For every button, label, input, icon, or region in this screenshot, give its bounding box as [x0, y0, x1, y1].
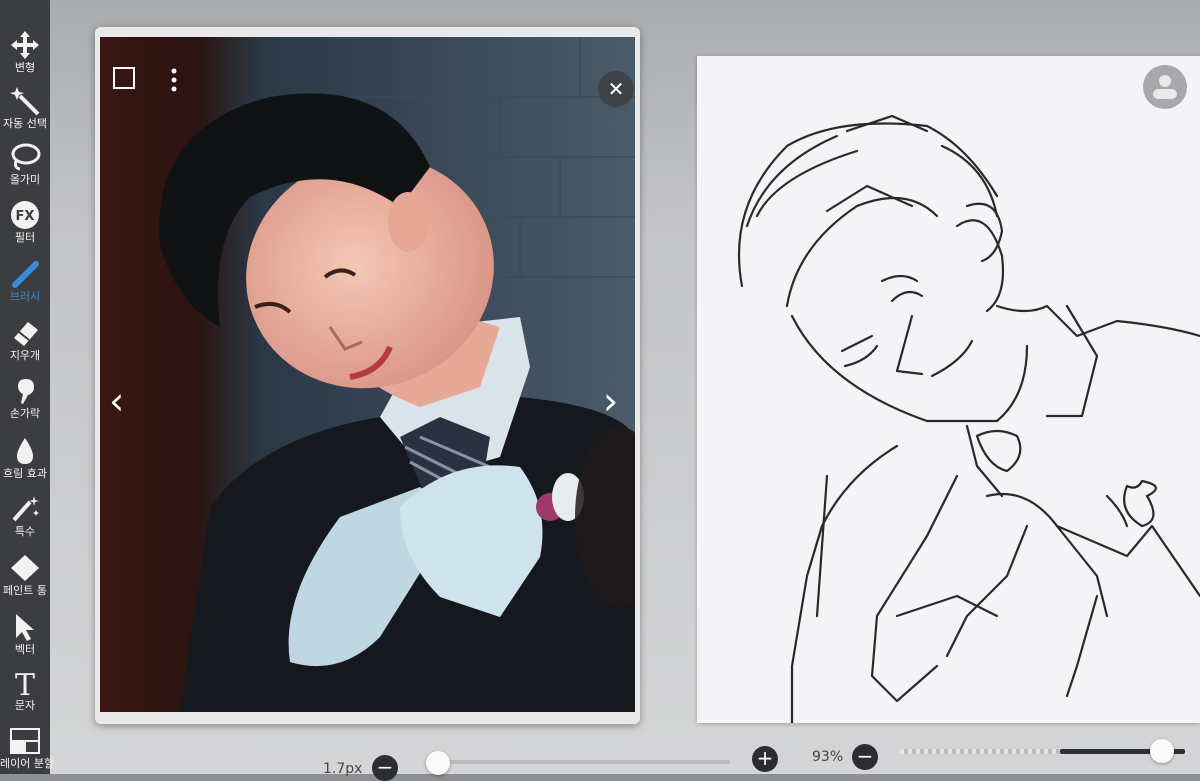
- move-arrows-icon: [11, 31, 39, 59]
- tool-paint-bucket[interactable]: 페인트 통: [0, 553, 50, 597]
- tool-label: 레이어 분할: [0, 757, 55, 770]
- zoom-out-button[interactable]: −: [852, 744, 878, 770]
- brush-size-slider-knob[interactable]: [426, 751, 450, 775]
- close-reference-button[interactable]: ✕: [598, 71, 634, 107]
- next-image-button[interactable]: ›: [603, 382, 618, 420]
- tool-filter[interactable]: FX 필터: [0, 200, 50, 244]
- sketch-lineart: [737, 114, 1200, 725]
- bottom-bar: 1.7px − + 93% −: [50, 735, 1200, 781]
- reference-photo-art: [100, 37, 635, 712]
- tool-label: 지우개: [9, 349, 41, 362]
- chevron-left-icon: ‹: [109, 379, 125, 423]
- more-menu-icon[interactable]: [168, 67, 180, 93]
- svg-text:T: T: [15, 668, 35, 698]
- tool-label: 문자: [14, 699, 36, 712]
- tool-transform[interactable]: 변형: [0, 30, 50, 74]
- reference-photo: [100, 37, 635, 712]
- brush-size-label: 1.7px: [323, 761, 363, 777]
- tool-vector[interactable]: 벡터: [0, 612, 50, 656]
- tool-label: 특수: [14, 525, 36, 538]
- layer-toggle-button[interactable]: [1143, 65, 1187, 109]
- prev-image-button[interactable]: ‹: [109, 382, 124, 420]
- paint-bucket-icon: [11, 555, 39, 581]
- tool-label: 올가미: [9, 173, 41, 186]
- tool-label: 흐림 효과: [3, 467, 47, 480]
- tool-brush[interactable]: 브러시: [0, 259, 50, 303]
- tool-finger[interactable]: 손가락: [0, 376, 50, 420]
- sparkle-pen-icon: [12, 496, 39, 522]
- brush-size-slider[interactable]: [430, 760, 730, 764]
- tool-text[interactable]: T 문자: [0, 668, 50, 712]
- minus-icon: −: [856, 744, 874, 768]
- vector-arrow-icon: [16, 614, 34, 641]
- brush-size-decrease-button[interactable]: −: [372, 755, 398, 781]
- eraser-icon: [14, 322, 38, 346]
- zoom-level-label: 93%: [812, 749, 844, 765]
- finger-icon: [18, 379, 34, 404]
- tool-lasso[interactable]: 올가미: [0, 142, 50, 186]
- brush-size-increase-button[interactable]: +: [752, 746, 778, 772]
- tool-blur[interactable]: 흐림 효과: [0, 436, 50, 480]
- drawing-app: 변형 자동 선택 올가미 FX 필터 브러시 지우개 손가락 흐림 효과 특수 …: [0, 0, 1200, 781]
- frame-divider-icon: [10, 728, 40, 754]
- tool-label: 자동 선택: [3, 117, 47, 130]
- tool-label: 브러시: [9, 290, 41, 303]
- text-icon: T: [15, 668, 35, 698]
- minus-icon: −: [376, 755, 394, 779]
- select-frame-button[interactable]: [113, 67, 135, 89]
- tool-frame-divider[interactable]: 레이어 분할: [0, 726, 55, 770]
- tool-label: 손가락: [9, 407, 41, 420]
- drawing-canvas[interactable]: [697, 56, 1200, 725]
- tool-label: 벡터: [14, 643, 36, 656]
- reference-window[interactable]: ✕ ‹ ›: [95, 27, 640, 724]
- chevron-right-icon: ›: [603, 379, 619, 423]
- tool-magic-wand[interactable]: 자동 선택: [0, 86, 50, 130]
- lasso-icon: [11, 143, 41, 171]
- tool-label: 변형: [14, 61, 36, 74]
- magic-wand-icon: [10, 87, 40, 116]
- plus-icon: +: [756, 746, 774, 770]
- brush-icon: [12, 261, 39, 288]
- opacity-slider-knob[interactable]: [1150, 739, 1174, 763]
- tool-special[interactable]: 특수: [0, 494, 50, 538]
- drop-icon: [17, 438, 33, 464]
- left-toolbar: 변형 자동 선택 올가미 FX 필터 브러시 지우개 손가락 흐림 효과 특수 …: [0, 0, 55, 774]
- fx-icon: FX: [11, 201, 39, 229]
- tool-eraser[interactable]: 지우개: [0, 318, 50, 362]
- layers-icon: [1153, 75, 1177, 99]
- svg-text:FX: FX: [16, 209, 35, 224]
- close-icon: ✕: [607, 77, 625, 101]
- tool-label: 페인트 통: [3, 584, 47, 597]
- tool-label: 필터: [14, 231, 36, 244]
